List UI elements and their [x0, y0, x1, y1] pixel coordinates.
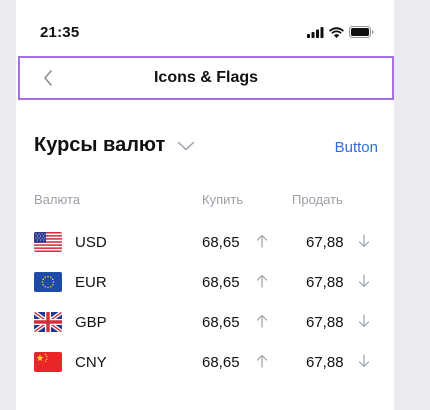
- gb-flag-icon: [34, 312, 62, 332]
- rate-row[interactable]: USD 68,65 67,88: [34, 228, 378, 268]
- sell-value: 67,88: [306, 354, 344, 371]
- sell-value: 67,88: [306, 314, 344, 331]
- rate-row[interactable]: GBP 68,65 67,88: [34, 308, 378, 348]
- arrow-up-icon: [256, 234, 268, 248]
- rates-header: Курсы валют Button: [34, 134, 378, 162]
- currency-code: CNY: [75, 354, 107, 371]
- column-header-buy: Купить: [202, 192, 244, 207]
- arrow-down-icon: [358, 354, 370, 368]
- column-header-currency: Валюта: [34, 192, 80, 207]
- rates-dropdown[interactable]: Курсы валют: [34, 134, 195, 157]
- buy-value: 68,65: [202, 274, 240, 291]
- header-button[interactable]: Button: [335, 139, 378, 156]
- wifi-icon: [329, 26, 344, 38]
- arrow-down-icon: [358, 314, 370, 328]
- phone-screen: 21:35 Icons & Flags Курсы валют Button В…: [16, 0, 394, 410]
- status-icons: [307, 25, 374, 39]
- section-title: Курсы валют: [34, 134, 166, 156]
- status-bar: 21:35: [16, 0, 394, 56]
- currency-code: USD: [75, 234, 107, 251]
- signal-icon: [307, 26, 324, 38]
- currency-code: GBP: [75, 314, 107, 331]
- status-time: 21:35: [40, 24, 80, 41]
- arrow-up-icon: [256, 314, 268, 328]
- sell-value: 67,88: [306, 234, 344, 251]
- column-header-sell: Продать: [292, 192, 343, 207]
- chevron-down-icon: [178, 141, 195, 150]
- buy-value: 68,65: [202, 314, 240, 331]
- eu-flag-icon: [34, 272, 62, 292]
- arrow-down-icon: [358, 274, 370, 288]
- cn-flag-icon: [34, 352, 62, 372]
- battery-icon: [349, 26, 374, 38]
- rate-row[interactable]: EUR 68,65 67,88: [34, 268, 378, 308]
- nav-title: Icons & Flags: [153, 69, 259, 86]
- currency-code: EUR: [75, 274, 107, 291]
- rate-row[interactable]: CNY 68,65 67,88: [34, 348, 378, 388]
- arrow-down-icon: [358, 234, 370, 248]
- us-flag-icon: [34, 232, 62, 252]
- nav-bar: Icons & Flags: [18, 56, 394, 100]
- column-headers: Валюта Купить Продать: [34, 192, 378, 208]
- buy-value: 68,65: [202, 354, 240, 371]
- buy-value: 68,65: [202, 234, 240, 251]
- arrow-up-icon: [256, 354, 268, 368]
- rates-list: USD 68,65 67,88 EUR 68,65 67,88 GBP 68,6…: [34, 228, 378, 388]
- arrow-up-icon: [256, 274, 268, 288]
- sell-value: 67,88: [306, 274, 344, 291]
